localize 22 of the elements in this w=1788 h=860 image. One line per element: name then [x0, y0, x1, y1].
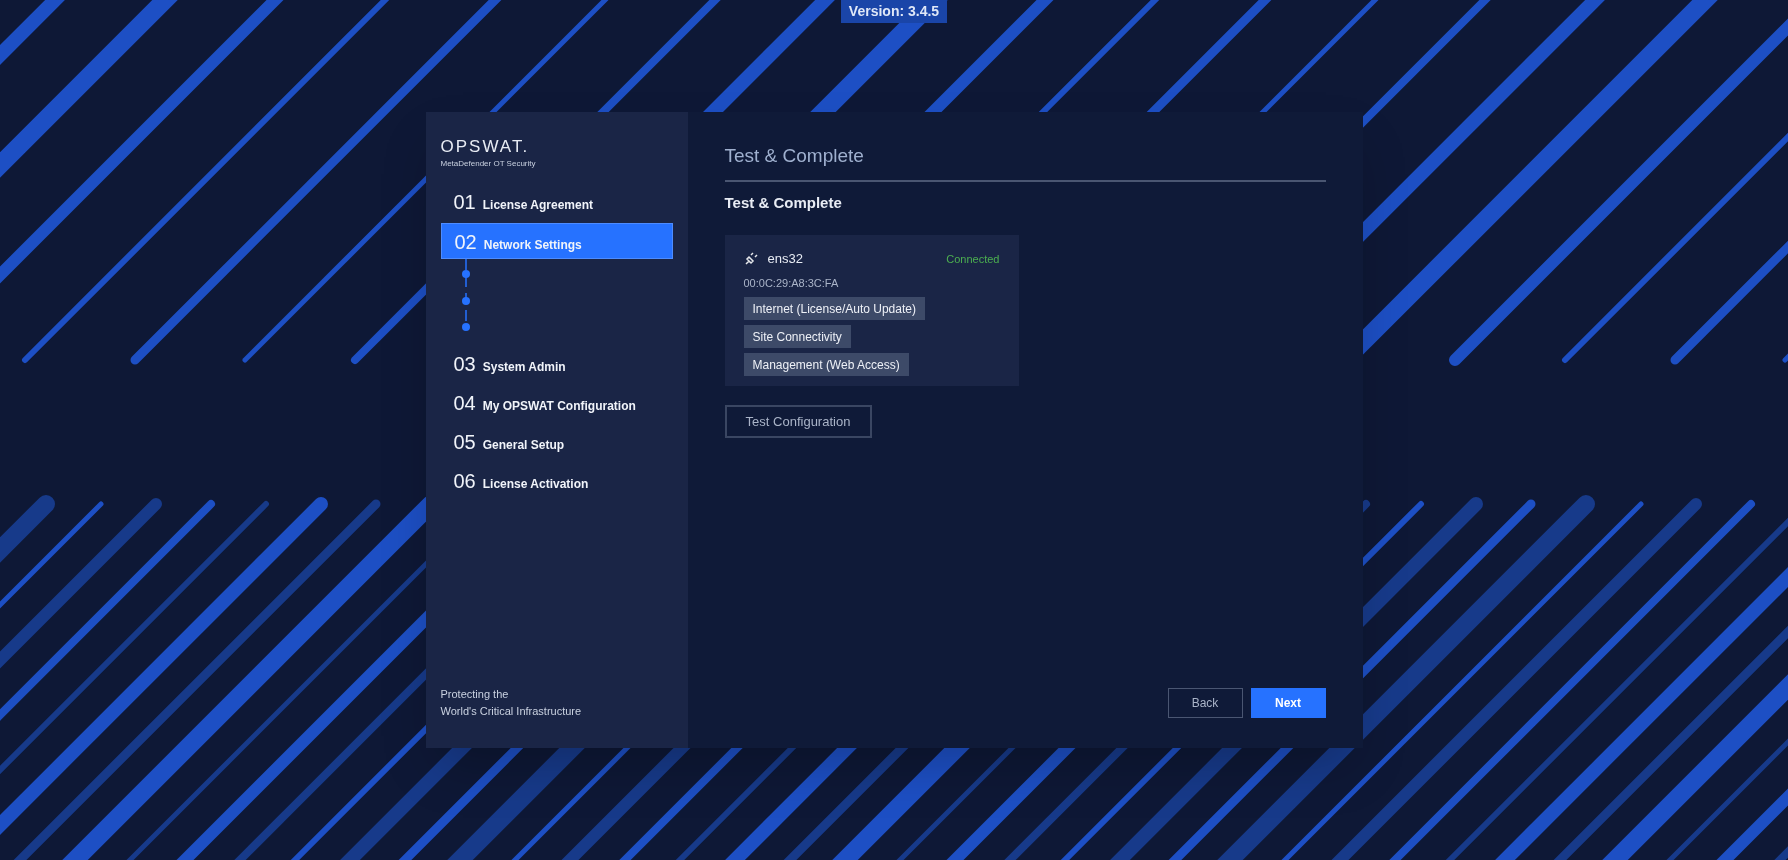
back-button[interactable]: Back	[1167, 688, 1243, 718]
tagline: Protecting the World's Critical Infrastructure	[440, 687, 583, 719]
test-configuration-button[interactable]: Test Configuration	[724, 405, 872, 438]
page-title: Test & Complete	[724, 142, 1326, 182]
next-button[interactable]: Next	[1250, 688, 1326, 718]
mac-address: 00:0C:29:A8:3C:FA	[743, 275, 840, 291]
connection-status: Connected	[946, 251, 1000, 267]
role-tag: Site Connectivity	[743, 325, 851, 348]
step-item[interactable]: 06 License Activation	[440, 463, 673, 499]
interface-name: ens32	[767, 250, 803, 268]
product-name: MetaDefender OT Security	[440, 158, 537, 170]
version-badge: Version: 3.4.5	[840, 0, 948, 23]
step-item[interactable]: 05 General Setup	[440, 424, 673, 460]
role-tag: Management (Web Access)	[743, 353, 909, 376]
role-tag: Internet (License/Auto Update)	[743, 297, 925, 320]
step-item[interactable]: 01 License Agreement	[440, 184, 673, 220]
plug-icon	[743, 251, 758, 266]
brand-logo: OPSWAT.	[440, 138, 531, 155]
step-item[interactable]: 02 Network Settings	[440, 223, 673, 259]
step-item[interactable]: 04 My OPSWAT Configuration	[440, 385, 673, 421]
step-item[interactable]: 03 System Admin	[440, 346, 673, 382]
section-title: Test & Complete	[724, 192, 843, 213]
